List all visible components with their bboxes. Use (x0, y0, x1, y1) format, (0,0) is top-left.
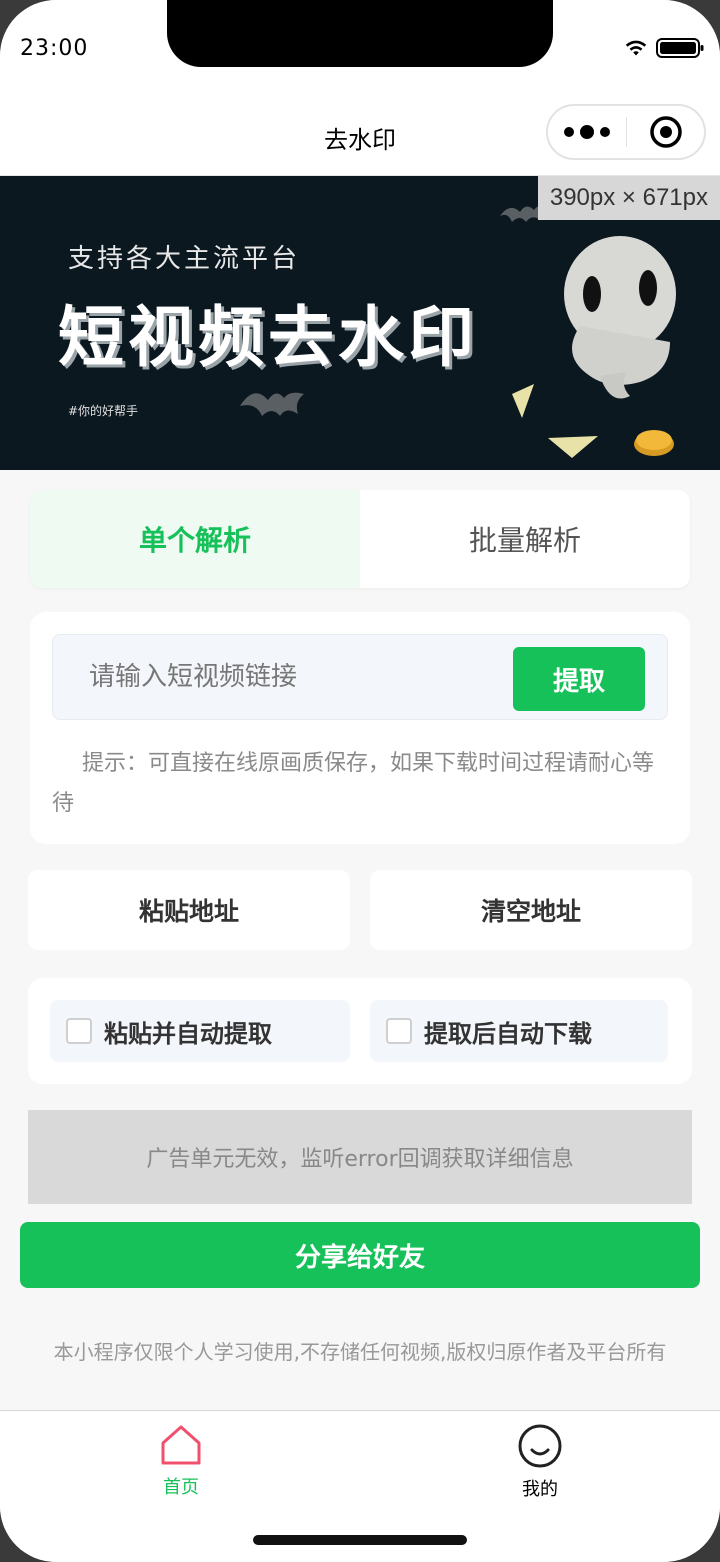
auto-extract-option[interactable]: 粘贴并自动提取 (50, 1000, 350, 1062)
tab-single-parse[interactable]: 单个解析 (30, 490, 360, 588)
wifi-icon (625, 40, 647, 56)
dimension-badge: 390px × 671px (537, 176, 720, 220)
auto-download-checkbox[interactable] (386, 1018, 412, 1044)
banner-subtitle: 支持各大主流平台 (68, 244, 301, 274)
disclaimer-text: 本小程序仅限个人学习使用,不存储任何视频,版权归原作者及平台所有 (53, 1340, 667, 1364)
status-bar: 23:00 (0, 0, 720, 100)
banner: 支持各大主流平台 短视频去水印 #你的好帮手 390px × 671px (0, 176, 720, 470)
shard-icon (512, 384, 534, 418)
home-indicator (253, 1535, 467, 1545)
status-time: 23:00 (20, 36, 89, 61)
mini-program-capsule (546, 104, 706, 160)
battery-icon (656, 38, 704, 58)
tabbar-label-mine: 我的 (522, 1479, 558, 1500)
url-input-box: 提取 (52, 634, 668, 720)
smile-face-icon (518, 1424, 562, 1468)
extract-button[interactable]: 提取 (513, 647, 645, 711)
clear-address-button[interactable]: 清空地址 (370, 870, 692, 950)
ghost-icon (564, 236, 676, 399)
auto-download-option[interactable]: 提取后自动下载 (370, 1000, 668, 1062)
paste-address-button[interactable]: 粘贴地址 (28, 870, 350, 950)
home-icon (161, 1425, 201, 1465)
coin-icon (634, 430, 674, 456)
options-card: 粘贴并自动提取 提取后自动下载 (28, 978, 692, 1084)
option-label: 粘贴并自动提取 (104, 1019, 272, 1048)
banner-tag: #你的好帮手 (68, 404, 139, 418)
ad-unit: 广告单元无效，监听error回调获取详细信息 (28, 1110, 692, 1204)
share-button[interactable]: 分享给好友 (20, 1222, 700, 1288)
more-menu-button[interactable] (548, 125, 626, 139)
hint-text: 提示：可直接在线原画质保存，如果下载时间过程请耐心等待 (52, 751, 655, 816)
shard-icon (548, 436, 598, 458)
tabbar-label-home: 首页 (163, 1477, 199, 1498)
tabbar-item-home[interactable]: 首页 (121, 1423, 241, 1499)
notch (167, 0, 553, 67)
more-dot-icon (580, 125, 595, 139)
more-dot-icon (564, 127, 575, 137)
input-card: 提取 提示：可直接在线原画质保存，如果下载时间过程请耐心等待 (30, 612, 690, 844)
tabbar-item-mine[interactable]: 我的 (480, 1423, 600, 1501)
video-url-input[interactable] (89, 657, 489, 697)
parse-mode-tabs: 单个解析 批量解析 (30, 490, 690, 588)
option-label: 提取后自动下载 (424, 1019, 592, 1048)
more-dot-icon (600, 127, 611, 137)
tab-batch-parse[interactable]: 批量解析 (360, 490, 690, 588)
banner-title: 短视频去水印 (58, 299, 478, 376)
target-close-icon (649, 116, 682, 148)
navbar: 去水印 (0, 100, 720, 176)
close-program-button[interactable] (627, 115, 704, 149)
status-icons (624, 38, 704, 58)
phone-screen: 23:00 去水印 支持各大主流平台 短视频去水印 #你的好帮手 390px ×… (0, 0, 720, 1562)
auto-extract-checkbox[interactable] (66, 1018, 92, 1044)
